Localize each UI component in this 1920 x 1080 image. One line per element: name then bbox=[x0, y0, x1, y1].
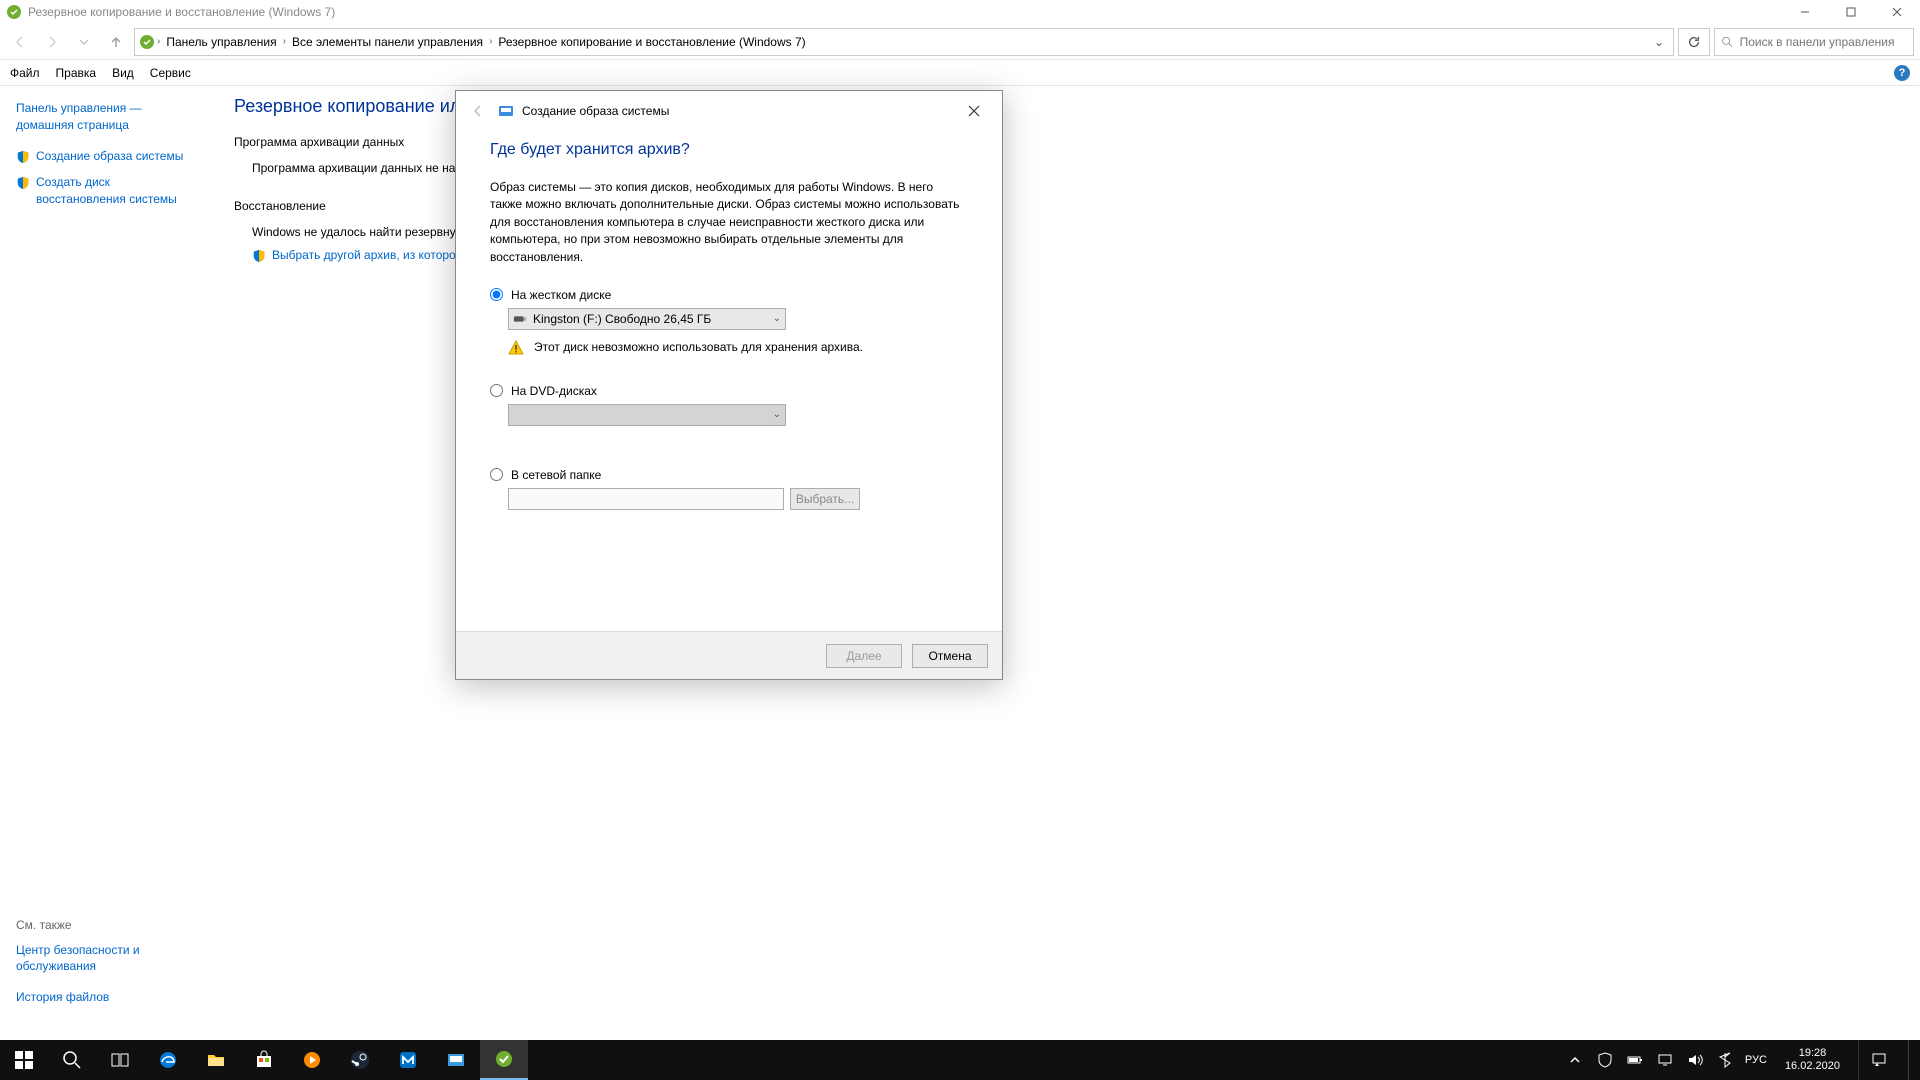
settings-taskbar-icon[interactable] bbox=[432, 1040, 480, 1080]
tray-overflow-button[interactable] bbox=[1565, 1040, 1585, 1080]
hard-disk-warning: Этот диск невозможно использовать для хр… bbox=[508, 340, 968, 356]
radio-network[interactable] bbox=[490, 468, 503, 481]
explorer-taskbar-icon[interactable] bbox=[192, 1040, 240, 1080]
system-tray: РУС 19:28 16.02.2020 bbox=[1565, 1040, 1920, 1080]
backup-taskbar-icon[interactable] bbox=[480, 1040, 528, 1080]
cancel-button[interactable]: Отмена bbox=[912, 644, 988, 668]
dialog-close-button[interactable] bbox=[954, 96, 994, 126]
tray-language-indicator[interactable]: РУС bbox=[1745, 1040, 1767, 1080]
dialog-titlebar: Создание образа системы bbox=[456, 91, 1002, 131]
tray-security-icon[interactable] bbox=[1595, 1040, 1615, 1080]
search-taskbar-button[interactable] bbox=[48, 1040, 96, 1080]
option-dvd[interactable]: На DVD-дисках bbox=[490, 384, 968, 398]
clock-time: 19:28 bbox=[1785, 1047, 1840, 1060]
start-button[interactable] bbox=[0, 1040, 48, 1080]
combo-value: Kingston (F:) Свободно 26,45 ГБ bbox=[533, 312, 711, 326]
dvd-combo: ⌄ bbox=[508, 404, 786, 426]
show-desktop-button[interactable] bbox=[1908, 1040, 1914, 1080]
dialog-back-button[interactable] bbox=[466, 99, 490, 123]
dialog-heading: Где будет хранится архив? bbox=[490, 141, 968, 159]
option-label: На жестком диске bbox=[511, 288, 611, 302]
warning-text: Этот диск невозможно использовать для хр… bbox=[534, 340, 863, 354]
maxthon-taskbar-icon[interactable] bbox=[384, 1040, 432, 1080]
chevron-down-icon: ⌄ bbox=[773, 313, 781, 324]
option-label: На DVD-дисках bbox=[511, 384, 597, 398]
warning-icon bbox=[508, 340, 524, 356]
dialog-overlay: Создание образа системы Где будет хранит… bbox=[0, 0, 1920, 1080]
option-network[interactable]: В сетевой папке bbox=[490, 468, 968, 482]
browse-button: Выбрать... bbox=[790, 488, 860, 510]
network-path-input bbox=[508, 488, 784, 510]
tray-network-icon[interactable] bbox=[1655, 1040, 1675, 1080]
task-view-button[interactable] bbox=[96, 1040, 144, 1080]
action-center-button[interactable] bbox=[1858, 1040, 1898, 1080]
dialog-footer: Далее Отмена bbox=[456, 631, 1002, 679]
radio-dvd[interactable] bbox=[490, 384, 503, 397]
radio-hard-disk[interactable] bbox=[490, 288, 503, 301]
usb-drive-icon bbox=[513, 312, 527, 326]
hard-disk-combo[interactable]: Kingston (F:) Свободно 26,45 ГБ ⌄ bbox=[508, 308, 786, 330]
dialog-description: Образ системы — это копия дисков, необхо… bbox=[490, 179, 968, 266]
steam-taskbar-icon[interactable] bbox=[336, 1040, 384, 1080]
next-button: Далее bbox=[826, 644, 902, 668]
media-player-taskbar-icon[interactable] bbox=[288, 1040, 336, 1080]
option-hard-disk[interactable]: На жестком диске bbox=[490, 288, 968, 302]
dialog-body: Где будет хранится архив? Образ системы … bbox=[456, 131, 1002, 631]
clock-date: 16.02.2020 bbox=[1785, 1060, 1840, 1073]
tray-bluetooth-icon[interactable] bbox=[1715, 1040, 1735, 1080]
tray-volume-icon[interactable] bbox=[1685, 1040, 1705, 1080]
tray-clock[interactable]: 19:28 16.02.2020 bbox=[1777, 1047, 1848, 1073]
chevron-down-icon: ⌄ bbox=[773, 409, 781, 420]
tray-battery-icon[interactable] bbox=[1625, 1040, 1645, 1080]
dialog-title: Создание образа системы bbox=[522, 104, 946, 118]
store-taskbar-icon[interactable] bbox=[240, 1040, 288, 1080]
option-label: В сетевой папке bbox=[511, 468, 601, 482]
system-image-icon bbox=[498, 103, 514, 119]
taskbar: РУС 19:28 16.02.2020 bbox=[0, 1040, 1920, 1080]
edge-taskbar-icon[interactable] bbox=[144, 1040, 192, 1080]
create-system-image-dialog: Создание образа системы Где будет хранит… bbox=[455, 90, 1003, 680]
